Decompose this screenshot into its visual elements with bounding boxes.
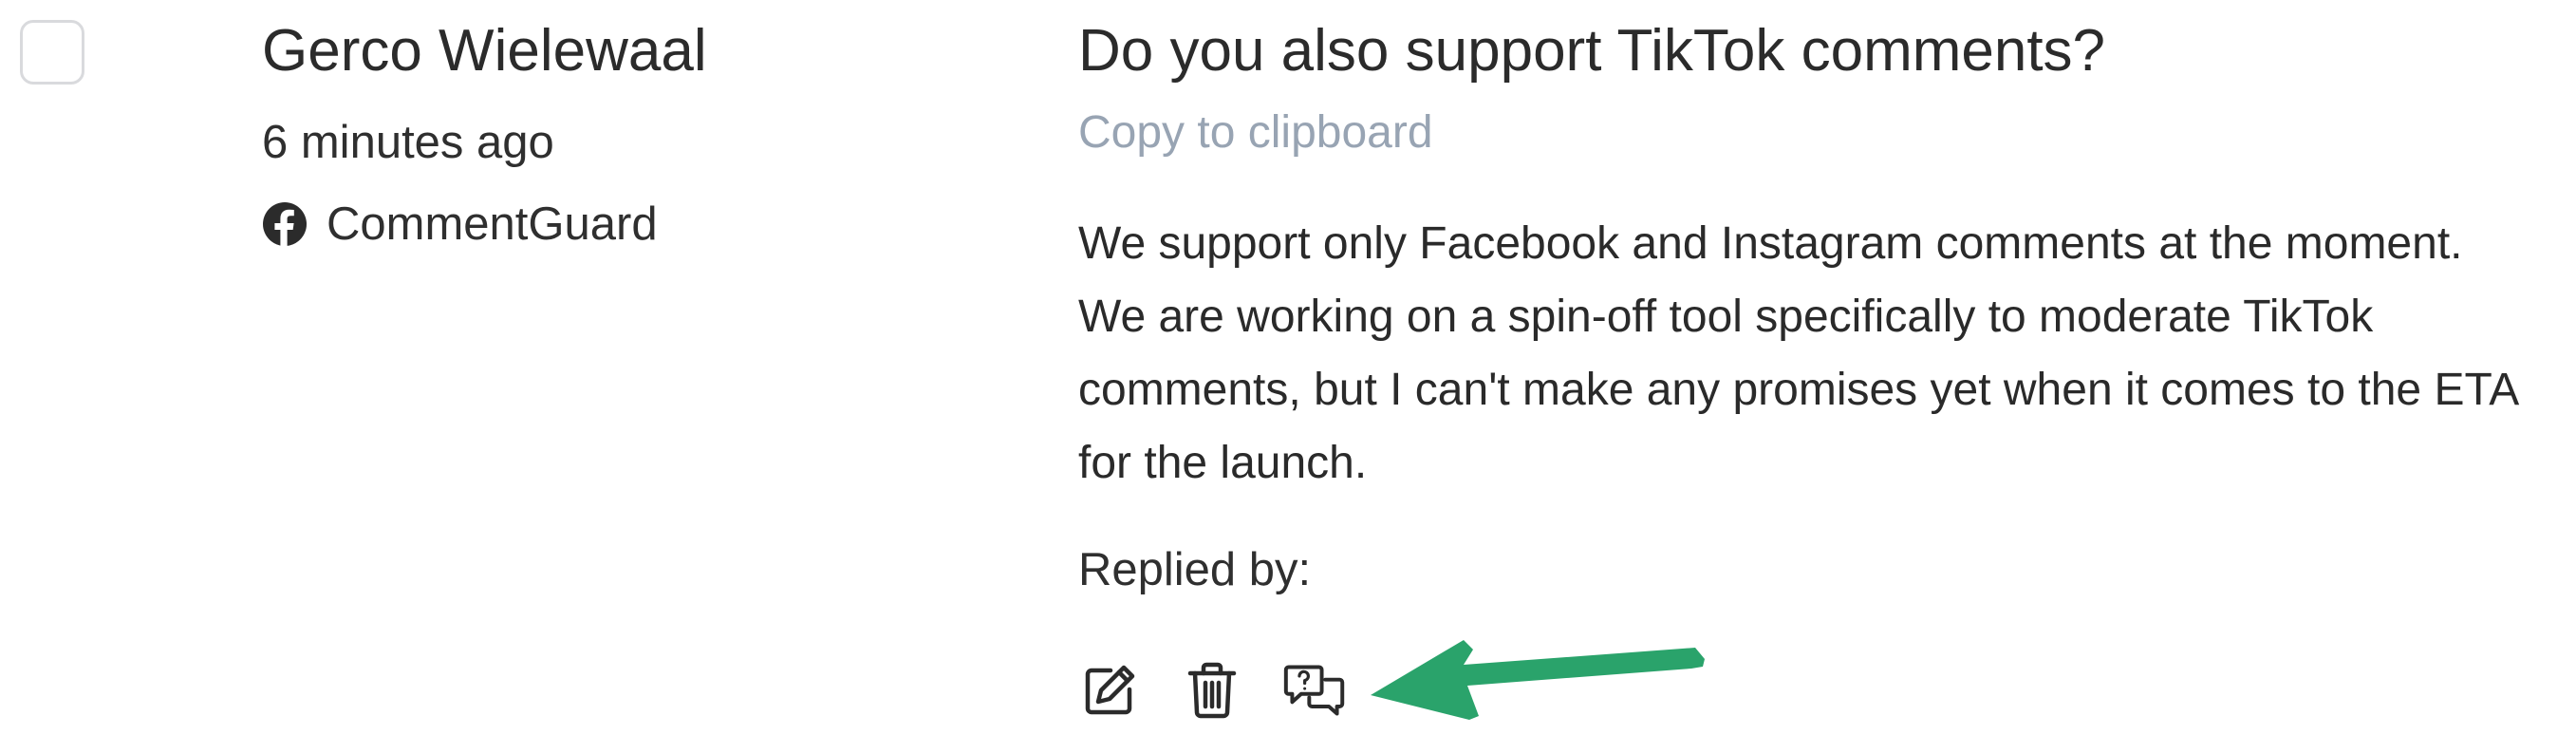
copy-to-clipboard-link[interactable]: Copy to clipboard [1078,103,1433,163]
select-checkbox[interactable] [20,20,84,85]
trash-icon [1187,662,1237,719]
facebook-icon [262,201,308,247]
source-label: CommentGuard [327,198,658,250]
question-chat-icon [1283,665,1345,716]
edit-button[interactable] [1078,659,1141,722]
reply-line: comments, but I can't make any promises … [1078,365,2520,415]
edit-icon [1085,665,1135,715]
reply-text: We support only Facebook and Instagram c… [1078,207,2559,499]
reply-line: for the launch. [1078,438,1368,488]
comment-timestamp: 6 minutes ago [262,117,554,168]
annotation-arrow [1363,636,1710,726]
reply-line: We support only Facebook and Instagram c… [1078,218,2463,269]
comment-actions [1078,657,1386,724]
delete-button[interactable] [1181,659,1243,722]
comment-question: Do you also support TikTok comments? [1078,18,2106,84]
replied-by-label: Replied by: [1078,544,1312,595]
ask-question-button[interactable] [1283,659,1346,722]
author-name: Gerco Wielewaal [262,18,707,84]
comment-source: CommentGuard [262,194,658,254]
reply-line: We are working on a spin-off tool specif… [1078,292,2374,342]
